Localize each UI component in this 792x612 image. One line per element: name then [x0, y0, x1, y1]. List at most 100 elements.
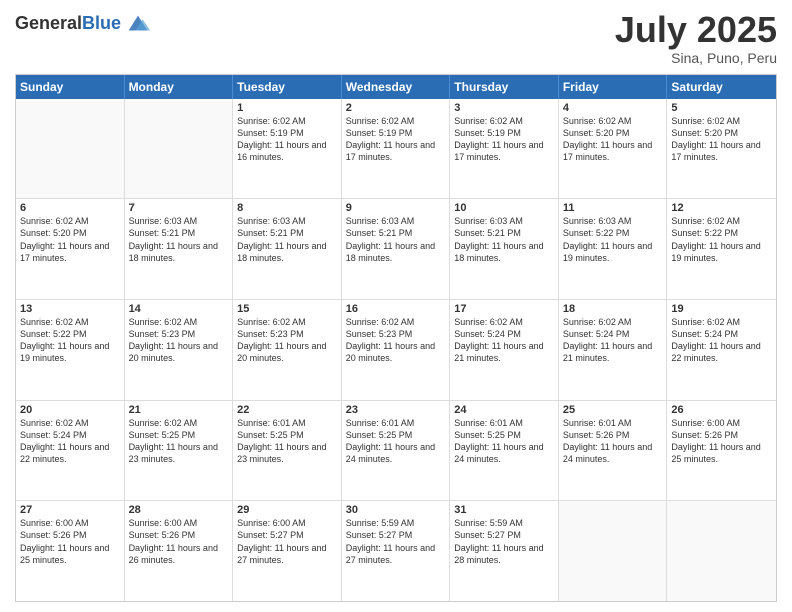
cell-info: Sunrise: 6:00 AM Sunset: 5:26 PM Dayligh… [129, 517, 229, 566]
calendar-cell: 28Sunrise: 6:00 AM Sunset: 5:26 PM Dayli… [125, 501, 234, 601]
cell-info: Sunrise: 5:59 AM Sunset: 5:27 PM Dayligh… [454, 517, 554, 566]
day-number: 2 [346, 102, 446, 114]
calendar-cell: 26Sunrise: 6:00 AM Sunset: 5:26 PM Dayli… [667, 401, 776, 501]
cell-info: Sunrise: 6:01 AM Sunset: 5:25 PM Dayligh… [237, 417, 337, 466]
calendar-cell: 2Sunrise: 6:02 AM Sunset: 5:19 PM Daylig… [342, 99, 451, 199]
day-number: 1 [237, 102, 337, 114]
cell-info: Sunrise: 6:03 AM Sunset: 5:21 PM Dayligh… [346, 215, 446, 264]
day-number: 16 [346, 303, 446, 315]
day-number: 13 [20, 303, 120, 315]
calendar-cell: 29Sunrise: 6:00 AM Sunset: 5:27 PM Dayli… [233, 501, 342, 601]
cal-header-day: Friday [559, 75, 668, 99]
day-number: 31 [454, 504, 554, 516]
calendar-body: 1Sunrise: 6:02 AM Sunset: 5:19 PM Daylig… [16, 99, 776, 601]
day-number: 19 [671, 303, 772, 315]
calendar-cell: 14Sunrise: 6:02 AM Sunset: 5:23 PM Dayli… [125, 300, 234, 400]
calendar-cell [559, 501, 668, 601]
title-location: Sina, Puno, Peru [615, 50, 777, 66]
cell-info: Sunrise: 6:02 AM Sunset: 5:24 PM Dayligh… [563, 316, 663, 365]
day-number: 10 [454, 202, 554, 214]
header: GeneralBlue July 2025 Sina, Puno, Peru [15, 10, 777, 66]
calendar: SundayMondayTuesdayWednesdayThursdayFrid… [15, 74, 777, 602]
day-number: 30 [346, 504, 446, 516]
day-number: 21 [129, 404, 229, 416]
day-number: 24 [454, 404, 554, 416]
cell-info: Sunrise: 6:02 AM Sunset: 5:19 PM Dayligh… [237, 115, 337, 164]
calendar-cell: 4Sunrise: 6:02 AM Sunset: 5:20 PM Daylig… [559, 99, 668, 199]
calendar-cell: 18Sunrise: 6:02 AM Sunset: 5:24 PM Dayli… [559, 300, 668, 400]
calendar-cell: 23Sunrise: 6:01 AM Sunset: 5:25 PM Dayli… [342, 401, 451, 501]
day-number: 14 [129, 303, 229, 315]
calendar-cell [16, 99, 125, 199]
cell-info: Sunrise: 6:02 AM Sunset: 5:24 PM Dayligh… [671, 316, 772, 365]
calendar-cell: 19Sunrise: 6:02 AM Sunset: 5:24 PM Dayli… [667, 300, 776, 400]
cell-info: Sunrise: 5:59 AM Sunset: 5:27 PM Dayligh… [346, 517, 446, 566]
logo-icon [124, 10, 152, 38]
cell-info: Sunrise: 6:02 AM Sunset: 5:19 PM Dayligh… [346, 115, 446, 164]
cal-header-day: Tuesday [233, 75, 342, 99]
cell-info: Sunrise: 6:02 AM Sunset: 5:23 PM Dayligh… [237, 316, 337, 365]
calendar-cell: 15Sunrise: 6:02 AM Sunset: 5:23 PM Dayli… [233, 300, 342, 400]
day-number: 29 [237, 504, 337, 516]
title-block: July 2025 Sina, Puno, Peru [615, 10, 777, 66]
logo-text: GeneralBlue [15, 14, 121, 34]
day-number: 7 [129, 202, 229, 214]
cell-info: Sunrise: 6:02 AM Sunset: 5:25 PM Dayligh… [129, 417, 229, 466]
day-number: 15 [237, 303, 337, 315]
day-number: 27 [20, 504, 120, 516]
cell-info: Sunrise: 6:02 AM Sunset: 5:20 PM Dayligh… [671, 115, 772, 164]
page: GeneralBlue July 2025 Sina, Puno, Peru S… [0, 0, 792, 612]
calendar-week-row: 27Sunrise: 6:00 AM Sunset: 5:26 PM Dayli… [16, 500, 776, 601]
calendar-header: SundayMondayTuesdayWednesdayThursdayFrid… [16, 75, 776, 99]
calendar-cell: 3Sunrise: 6:02 AM Sunset: 5:19 PM Daylig… [450, 99, 559, 199]
calendar-cell: 7Sunrise: 6:03 AM Sunset: 5:21 PM Daylig… [125, 199, 234, 299]
day-number: 11 [563, 202, 663, 214]
day-number: 28 [129, 504, 229, 516]
cell-info: Sunrise: 6:01 AM Sunset: 5:25 PM Dayligh… [454, 417, 554, 466]
day-number: 6 [20, 202, 120, 214]
calendar-cell: 12Sunrise: 6:02 AM Sunset: 5:22 PM Dayli… [667, 199, 776, 299]
cal-header-day: Saturday [667, 75, 776, 99]
cell-info: Sunrise: 6:02 AM Sunset: 5:23 PM Dayligh… [346, 316, 446, 365]
calendar-cell: 16Sunrise: 6:02 AM Sunset: 5:23 PM Dayli… [342, 300, 451, 400]
cell-info: Sunrise: 6:03 AM Sunset: 5:21 PM Dayligh… [454, 215, 554, 264]
logo: GeneralBlue [15, 10, 152, 38]
calendar-cell: 21Sunrise: 6:02 AM Sunset: 5:25 PM Dayli… [125, 401, 234, 501]
cal-header-day: Wednesday [342, 75, 451, 99]
cell-info: Sunrise: 6:02 AM Sunset: 5:20 PM Dayligh… [20, 215, 120, 264]
calendar-cell: 31Sunrise: 5:59 AM Sunset: 5:27 PM Dayli… [450, 501, 559, 601]
day-number: 8 [237, 202, 337, 214]
cell-info: Sunrise: 6:00 AM Sunset: 5:27 PM Dayligh… [237, 517, 337, 566]
calendar-week-row: 20Sunrise: 6:02 AM Sunset: 5:24 PM Dayli… [16, 400, 776, 501]
cal-header-day: Thursday [450, 75, 559, 99]
day-number: 9 [346, 202, 446, 214]
calendar-cell: 5Sunrise: 6:02 AM Sunset: 5:20 PM Daylig… [667, 99, 776, 199]
day-number: 4 [563, 102, 663, 114]
calendar-cell: 11Sunrise: 6:03 AM Sunset: 5:22 PM Dayli… [559, 199, 668, 299]
calendar-cell: 1Sunrise: 6:02 AM Sunset: 5:19 PM Daylig… [233, 99, 342, 199]
calendar-cell: 22Sunrise: 6:01 AM Sunset: 5:25 PM Dayli… [233, 401, 342, 501]
title-month: July 2025 [615, 10, 777, 50]
day-number: 12 [671, 202, 772, 214]
cell-info: Sunrise: 6:01 AM Sunset: 5:25 PM Dayligh… [346, 417, 446, 466]
calendar-cell [667, 501, 776, 601]
cell-info: Sunrise: 6:03 AM Sunset: 5:22 PM Dayligh… [563, 215, 663, 264]
cell-info: Sunrise: 6:02 AM Sunset: 5:20 PM Dayligh… [563, 115, 663, 164]
day-number: 26 [671, 404, 772, 416]
cell-info: Sunrise: 6:00 AM Sunset: 5:26 PM Dayligh… [20, 517, 120, 566]
calendar-cell: 10Sunrise: 6:03 AM Sunset: 5:21 PM Dayli… [450, 199, 559, 299]
calendar-week-row: 13Sunrise: 6:02 AM Sunset: 5:22 PM Dayli… [16, 299, 776, 400]
day-number: 25 [563, 404, 663, 416]
cell-info: Sunrise: 6:02 AM Sunset: 5:24 PM Dayligh… [454, 316, 554, 365]
day-number: 3 [454, 102, 554, 114]
calendar-cell [125, 99, 234, 199]
cell-info: Sunrise: 6:02 AM Sunset: 5:24 PM Dayligh… [20, 417, 120, 466]
calendar-cell: 24Sunrise: 6:01 AM Sunset: 5:25 PM Dayli… [450, 401, 559, 501]
calendar-cell: 30Sunrise: 5:59 AM Sunset: 5:27 PM Dayli… [342, 501, 451, 601]
cell-info: Sunrise: 6:03 AM Sunset: 5:21 PM Dayligh… [129, 215, 229, 264]
calendar-week-row: 6Sunrise: 6:02 AM Sunset: 5:20 PM Daylig… [16, 198, 776, 299]
calendar-cell: 27Sunrise: 6:00 AM Sunset: 5:26 PM Dayli… [16, 501, 125, 601]
cell-info: Sunrise: 6:02 AM Sunset: 5:22 PM Dayligh… [20, 316, 120, 365]
calendar-cell: 25Sunrise: 6:01 AM Sunset: 5:26 PM Dayli… [559, 401, 668, 501]
day-number: 20 [20, 404, 120, 416]
